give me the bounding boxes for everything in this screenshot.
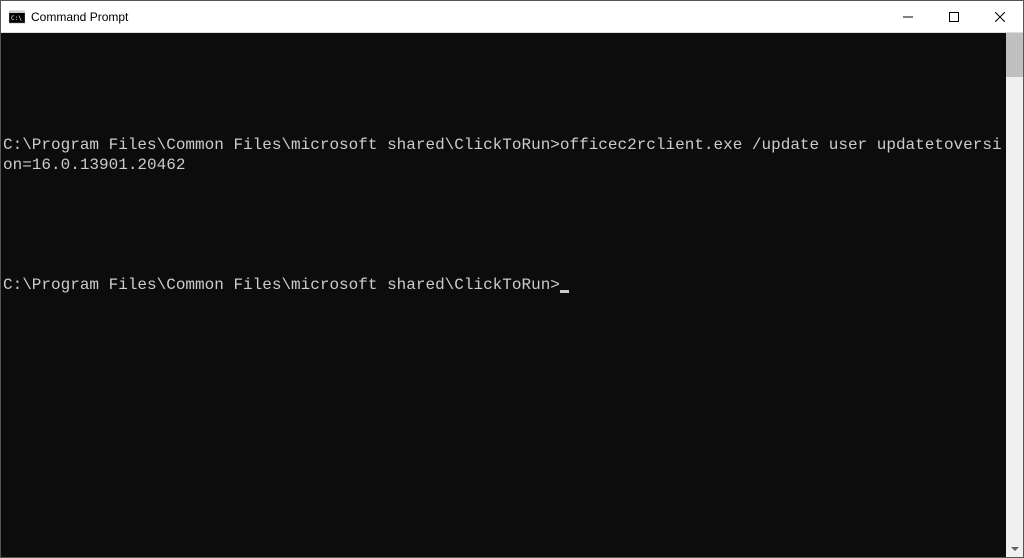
terminal-output[interactable]: C:\Program Files\Common Files\microsoft … [1,33,1006,557]
svg-text:C:\: C:\ [11,15,22,22]
terminal-cursor [560,290,569,293]
command-prompt-window: C:\ Command Prompt C:\Program Files\Comm… [0,0,1024,558]
scrollbar-down-arrow[interactable] [1006,540,1023,557]
maximize-button[interactable] [931,1,977,32]
terminal-prompt: C:\Program Files\Common Files\microsoft … [3,136,560,154]
terminal-current-prompt: C:\Program Files\Common Files\microsoft … [3,276,560,294]
terminal-command-line: C:\Program Files\Common Files\microsoft … [3,135,1006,175]
close-button[interactable] [977,1,1023,32]
minimize-button[interactable] [885,1,931,32]
vertical-scrollbar[interactable] [1006,33,1023,557]
terminal-current-line: C:\Program Files\Common Files\microsoft … [3,275,1006,295]
titlebar[interactable]: C:\ Command Prompt [1,1,1023,33]
content-area: C:\Program Files\Common Files\microsoft … [1,33,1023,557]
terminal-blank-line [3,215,1006,235]
scrollbar-thumb[interactable] [1006,33,1023,77]
terminal-blank-line [3,75,1006,95]
window-controls [885,1,1023,32]
command-prompt-icon: C:\ [9,9,25,25]
window-title: Command Prompt [31,10,885,24]
